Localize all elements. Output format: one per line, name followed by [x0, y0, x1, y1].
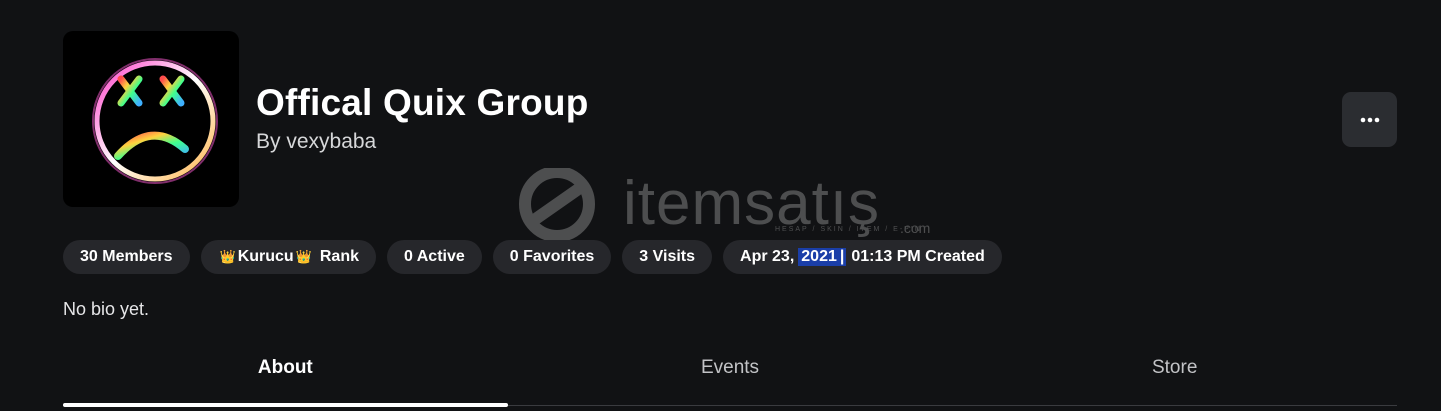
crown-icon: 👑: [219, 249, 236, 264]
members-count[interactable]: 30 Members: [63, 240, 190, 274]
group-bio: No bio yet.: [63, 299, 150, 319]
group-tabs: About Events Store: [63, 348, 1397, 407]
created-separator: |: [839, 248, 847, 266]
watermark-subtext: HESAP / SKIN / ITEM / E-PIN: [775, 226, 922, 233]
created-date-prefix: Apr 23,: [740, 248, 795, 265]
watermark: itemsatış HESAP / SKIN / ITEM / E-PIN .c…: [505, 166, 945, 248]
watermark-text: itemsatış: [623, 169, 881, 238]
group-stats: 30 Members 👑 Kurucu 👑 Rank 0 Active 0 Fa…: [63, 240, 1002, 274]
tab-about[interactable]: About: [63, 348, 508, 407]
more-options-button[interactable]: [1342, 92, 1397, 147]
created-time: 01:13 PM Created: [851, 248, 985, 265]
tab-store[interactable]: Store: [952, 348, 1397, 405]
rank-badge: 👑 Kurucu 👑 Rank: [200, 240, 376, 274]
group-owner[interactable]: By vexybaba: [256, 130, 376, 154]
watermark-link-icon: [519, 166, 595, 242]
watermark-suffix: .com: [900, 220, 931, 236]
created-date: Apr 23, 2021 | 01:13 PM Created: [723, 240, 1002, 274]
active-count: 0 Active: [387, 240, 482, 274]
tab-events[interactable]: Events: [508, 348, 953, 405]
visits-count: 3 Visits: [622, 240, 713, 274]
crown-icon: 👑: [295, 249, 312, 264]
created-year: 2021: [798, 248, 840, 266]
favorites-count: 0 Favorites: [492, 240, 612, 274]
skull-logo-icon: [92, 58, 218, 184]
rank-label: Rank: [319, 248, 359, 265]
group-avatar[interactable]: [63, 31, 239, 207]
rank-name: Kurucu: [237, 248, 294, 265]
ellipsis-icon: [1360, 117, 1379, 122]
group-title: Offical Quix Group: [256, 82, 589, 123]
